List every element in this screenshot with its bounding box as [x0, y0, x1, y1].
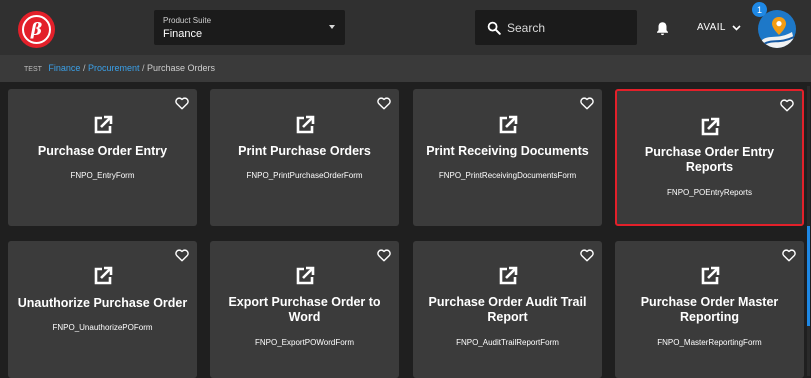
- product-suite-value: Finance: [163, 28, 203, 40]
- tile-form-name: FNPO_PrintPurchaseOrderForm: [246, 171, 363, 180]
- tile-title: Print Purchase Orders: [238, 144, 371, 158]
- user-menu-label[interactable]: AVAIL: [697, 22, 726, 33]
- tile-form-name: FNPO_EntryForm: [70, 171, 135, 180]
- tile-title: Purchase Order Audit Trail Report: [428, 295, 587, 324]
- open-in-new-icon: [499, 115, 517, 134]
- tile-form-name: FNPO_POEntryReports: [667, 188, 752, 197]
- favorite-heart-icon[interactable]: [780, 99, 794, 112]
- tile-form-name: FNPO_AuditTrailReportForm: [456, 338, 559, 347]
- search-icon: [487, 21, 501, 35]
- app-tile[interactable]: Print Receiving Documents FNPO_PrintRecei…: [413, 89, 602, 226]
- favorite-heart-icon[interactable]: [580, 97, 594, 110]
- app-tile[interactable]: Export Purchase Order to Word FNPO_Export…: [210, 241, 399, 378]
- open-in-new-icon: [296, 115, 314, 134]
- chevron-down-icon[interactable]: [732, 24, 741, 32]
- tile-title: Unauthorize Purchase Order: [17, 296, 188, 310]
- open-in-new-icon: [701, 266, 719, 285]
- favorite-heart-icon[interactable]: [782, 249, 796, 262]
- breadcrumb-item-procurement[interactable]: Procurement: [88, 63, 140, 73]
- tile-form-name: FNPO_MasterReportingForm: [657, 338, 762, 347]
- beta-logo-icon: β: [22, 15, 51, 44]
- tile-form-name: FNPO_UnauthorizePOForm: [52, 323, 153, 332]
- tile-title: Purchase Order Entry Reports: [644, 145, 775, 174]
- scrollbar[interactable]: [807, 86, 810, 376]
- favorite-heart-icon[interactable]: [377, 97, 391, 110]
- breadcrumb-item-finance[interactable]: Finance: [48, 63, 80, 73]
- top-bar: β Product Suite Finance Search AVAIL 1: [0, 0, 811, 55]
- favorite-heart-icon[interactable]: [175, 249, 189, 262]
- search-input[interactable]: Search: [475, 10, 637, 45]
- tile-title: Print Receiving Documents: [426, 144, 589, 158]
- tile-title: Purchase Order Master Reporting: [640, 295, 779, 324]
- app-tile[interactable]: Purchase Order Master Reporting FNPO_Mast…: [615, 241, 804, 378]
- favorite-heart-icon[interactable]: [377, 249, 391, 262]
- tile-form-name: FNPO_PrintReceivingDocumentsForm: [438, 171, 577, 180]
- environment-label: TEST: [24, 66, 42, 73]
- breadcrumb-bar: TEST Finance / Procurement / Purchase Or…: [0, 55, 811, 82]
- search-placeholder: Search: [507, 21, 546, 35]
- scrollbar-thumb[interactable]: [807, 226, 810, 326]
- open-in-new-icon: [499, 266, 517, 285]
- open-in-new-icon: [94, 266, 112, 285]
- app-tile[interactable]: Unauthorize Purchase Order FNPO_Unauthori…: [8, 241, 197, 378]
- notification-bell-icon[interactable]: [656, 21, 669, 36]
- notification-badge: 1: [752, 2, 767, 17]
- open-in-new-icon: [94, 115, 112, 134]
- app-tile[interactable]: Purchase Order Audit Trail Report FNPO_Au…: [413, 241, 602, 378]
- favorite-heart-icon[interactable]: [580, 249, 594, 262]
- caret-down-icon: [329, 25, 335, 29]
- product-suite-select[interactable]: Product Suite Finance: [154, 10, 345, 45]
- app-tile[interactable]: Print Purchase Orders FNPO_PrintPurchaseO…: [210, 89, 399, 226]
- tile-form-name: FNPO_ExportPOWordForm: [255, 338, 354, 347]
- app-tile[interactable]: Purchase Order Entry FNPO_EntryForm: [8, 89, 197, 226]
- favorite-heart-icon[interactable]: [175, 97, 189, 110]
- tile-title: Export Purchase Order to Word: [228, 295, 381, 324]
- app-tile[interactable]: Purchase Order Entry Reports FNPO_POEntry…: [615, 89, 804, 226]
- product-suite-label: Product Suite: [163, 16, 212, 25]
- app-logo[interactable]: β: [18, 11, 55, 48]
- open-in-new-icon: [296, 266, 314, 285]
- breadcrumb-item-current: Purchase Orders: [147, 63, 216, 73]
- open-in-new-icon: [701, 117, 719, 136]
- tile-title: Purchase Order Entry: [37, 144, 168, 158]
- breadcrumb: TEST Finance / Procurement / Purchase Or…: [24, 63, 215, 73]
